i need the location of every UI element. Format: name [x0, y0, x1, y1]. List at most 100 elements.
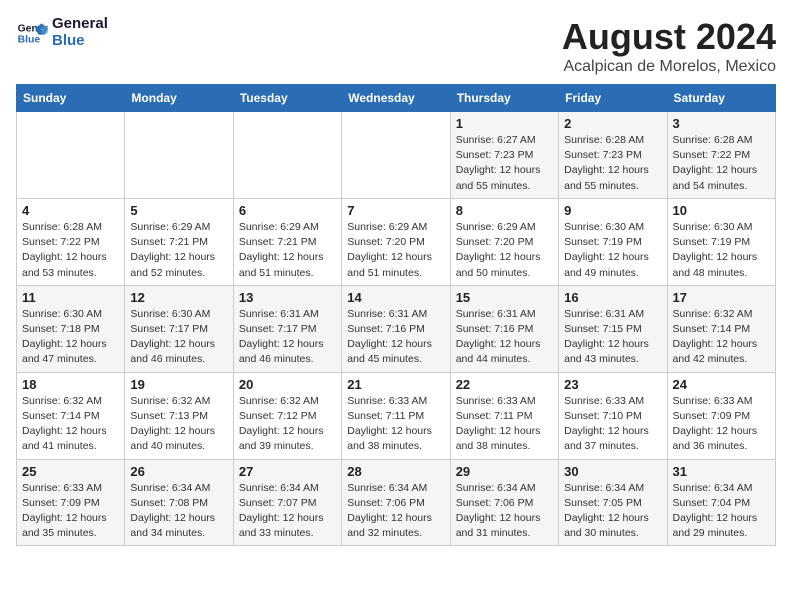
calendar-cell: 24Sunrise: 6:33 AMSunset: 7:09 PMDayligh…	[667, 372, 775, 459]
day-number: 8	[456, 203, 553, 218]
day-number: 26	[130, 464, 227, 479]
week-row-3: 11 Sunrise: 6:30 AMSunset: 7:18 PMDayligh…	[17, 285, 776, 372]
svg-text:Blue: Blue	[18, 34, 41, 45]
calendar-cell: 29Sunrise: 6:34 AMSunset: 7:06 PMDayligh…	[450, 459, 558, 546]
day-info: Sunrise: 6:30 AMSunset: 7:19 PMDaylight:…	[564, 220, 661, 281]
calendar-cell: 15 Sunrise: 6:31 AMSunset: 7:16 PMDayligh…	[450, 285, 558, 372]
day-number: 14	[347, 290, 444, 305]
day-info: Sunrise: 6:34 AMSunset: 7:06 PMDaylight:…	[347, 481, 444, 542]
day-info: Sunrise: 6:33 AMSunset: 7:11 PMDaylight:…	[347, 394, 444, 455]
calendar-cell: 21 Sunrise: 6:33 AMSunset: 7:11 PMDayligh…	[342, 372, 450, 459]
week-row-1: 1 Sunrise: 6:27 AMSunset: 7:23 PMDaylight…	[17, 112, 776, 199]
day-info: Sunrise: 6:33 AMSunset: 7:11 PMDaylight:…	[456, 394, 553, 455]
day-number: 7	[347, 203, 444, 218]
day-info: Sunrise: 6:32 AMSunset: 7:13 PMDaylight:…	[130, 394, 227, 455]
day-number: 20	[239, 377, 336, 392]
page-header: General Blue General Blue August 2024 Ac…	[16, 16, 776, 76]
location-subtitle: Acalpican de Morelos, Mexico	[562, 58, 776, 76]
day-number: 11	[22, 290, 119, 305]
calendar-cell: 7 Sunrise: 6:29 AMSunset: 7:20 PMDaylight…	[342, 198, 450, 285]
day-info: Sunrise: 6:34 AMSunset: 7:04 PMDaylight:…	[673, 481, 770, 542]
day-number: 13	[239, 290, 336, 305]
day-info: Sunrise: 6:31 AMSunset: 7:15 PMDaylight:…	[564, 307, 661, 368]
calendar-cell: 19 Sunrise: 6:32 AMSunset: 7:13 PMDayligh…	[125, 372, 233, 459]
calendar-cell: 22 Sunrise: 6:33 AMSunset: 7:11 PMDayligh…	[450, 372, 558, 459]
calendar-cell	[125, 112, 233, 199]
day-info: Sunrise: 6:34 AMSunset: 7:08 PMDaylight:…	[130, 481, 227, 542]
day-number: 25	[22, 464, 119, 479]
calendar-cell: 10 Sunrise: 6:30 AMSunset: 7:19 PMDayligh…	[667, 198, 775, 285]
day-info: Sunrise: 6:34 AMSunset: 7:06 PMDaylight:…	[456, 481, 553, 542]
calendar-table: SundayMondayTuesdayWednesdayThursdayFrid…	[16, 84, 776, 546]
day-info: Sunrise: 6:29 AMSunset: 7:20 PMDaylight:…	[347, 220, 444, 281]
day-info: Sunrise: 6:33 AMSunset: 7:09 PMDaylight:…	[673, 394, 770, 455]
day-number: 4	[22, 203, 119, 218]
day-number: 31	[673, 464, 770, 479]
month-title: August 2024	[562, 16, 776, 58]
weekday-header-saturday: Saturday	[667, 85, 775, 112]
day-info: Sunrise: 6:31 AMSunset: 7:16 PMDaylight:…	[347, 307, 444, 368]
calendar-cell: 26 Sunrise: 6:34 AMSunset: 7:08 PMDayligh…	[125, 459, 233, 546]
day-number: 19	[130, 377, 227, 392]
day-number: 9	[564, 203, 661, 218]
weekday-header-tuesday: Tuesday	[233, 85, 341, 112]
day-number: 12	[130, 290, 227, 305]
day-number: 21	[347, 377, 444, 392]
title-area: August 2024 Acalpican de Morelos, Mexico	[562, 16, 776, 76]
day-number: 22	[456, 377, 553, 392]
day-info: Sunrise: 6:33 AMSunset: 7:10 PMDaylight:…	[564, 394, 661, 455]
day-number: 6	[239, 203, 336, 218]
calendar-cell: 14 Sunrise: 6:31 AMSunset: 7:16 PMDayligh…	[342, 285, 450, 372]
day-number: 5	[130, 203, 227, 218]
day-number: 17	[673, 290, 770, 305]
day-info: Sunrise: 6:27 AMSunset: 7:23 PMDaylight:…	[456, 133, 553, 194]
logo-line1: General	[52, 16, 108, 33]
calendar-cell: 3Sunrise: 6:28 AMSunset: 7:22 PMDaylight…	[667, 112, 775, 199]
calendar-cell: 2Sunrise: 6:28 AMSunset: 7:23 PMDaylight…	[559, 112, 667, 199]
weekday-header-sunday: Sunday	[17, 85, 125, 112]
calendar-cell	[342, 112, 450, 199]
day-number: 18	[22, 377, 119, 392]
day-info: Sunrise: 6:28 AMSunset: 7:23 PMDaylight:…	[564, 133, 661, 194]
calendar-cell	[233, 112, 341, 199]
day-info: Sunrise: 6:30 AMSunset: 7:17 PMDaylight:…	[130, 307, 227, 368]
day-info: Sunrise: 6:28 AMSunset: 7:22 PMDaylight:…	[673, 133, 770, 194]
calendar-cell: 16Sunrise: 6:31 AMSunset: 7:15 PMDayligh…	[559, 285, 667, 372]
calendar-cell: 30Sunrise: 6:34 AMSunset: 7:05 PMDayligh…	[559, 459, 667, 546]
day-info: Sunrise: 6:32 AMSunset: 7:14 PMDaylight:…	[22, 394, 119, 455]
day-info: Sunrise: 6:30 AMSunset: 7:19 PMDaylight:…	[673, 220, 770, 281]
day-number: 1	[456, 116, 553, 131]
day-info: Sunrise: 6:34 AMSunset: 7:05 PMDaylight:…	[564, 481, 661, 542]
day-info: Sunrise: 6:30 AMSunset: 7:18 PMDaylight:…	[22, 307, 119, 368]
calendar-cell: 31 Sunrise: 6:34 AMSunset: 7:04 PMDayligh…	[667, 459, 775, 546]
day-info: Sunrise: 6:33 AMSunset: 7:09 PMDaylight:…	[22, 481, 119, 542]
calendar-cell	[17, 112, 125, 199]
calendar-cell: 28 Sunrise: 6:34 AMSunset: 7:06 PMDayligh…	[342, 459, 450, 546]
calendar-cell: 5Sunrise: 6:29 AMSunset: 7:21 PMDaylight…	[125, 198, 233, 285]
logo-icon: General Blue	[16, 17, 48, 49]
weekday-header-friday: Friday	[559, 85, 667, 112]
week-row-5: 25 Sunrise: 6:33 AMSunset: 7:09 PMDayligh…	[17, 459, 776, 546]
day-info: Sunrise: 6:29 AMSunset: 7:20 PMDaylight:…	[456, 220, 553, 281]
day-info: Sunrise: 6:34 AMSunset: 7:07 PMDaylight:…	[239, 481, 336, 542]
calendar-cell: 27Sunrise: 6:34 AMSunset: 7:07 PMDayligh…	[233, 459, 341, 546]
logo: General Blue General Blue	[16, 16, 108, 49]
weekday-header-row: SundayMondayTuesdayWednesdayThursdayFrid…	[17, 85, 776, 112]
calendar-cell: 9 Sunrise: 6:30 AMSunset: 7:19 PMDaylight…	[559, 198, 667, 285]
calendar-cell: 1 Sunrise: 6:27 AMSunset: 7:23 PMDaylight…	[450, 112, 558, 199]
day-info: Sunrise: 6:31 AMSunset: 7:16 PMDaylight:…	[456, 307, 553, 368]
calendar-cell: 17Sunrise: 6:32 AMSunset: 7:14 PMDayligh…	[667, 285, 775, 372]
calendar-cell: 4 Sunrise: 6:28 AMSunset: 7:22 PMDaylight…	[17, 198, 125, 285]
day-number: 15	[456, 290, 553, 305]
calendar-cell: 11 Sunrise: 6:30 AMSunset: 7:18 PMDayligh…	[17, 285, 125, 372]
weekday-header-wednesday: Wednesday	[342, 85, 450, 112]
weekday-header-monday: Monday	[125, 85, 233, 112]
day-info: Sunrise: 6:31 AMSunset: 7:17 PMDaylight:…	[239, 307, 336, 368]
day-info: Sunrise: 6:28 AMSunset: 7:22 PMDaylight:…	[22, 220, 119, 281]
week-row-2: 4 Sunrise: 6:28 AMSunset: 7:22 PMDaylight…	[17, 198, 776, 285]
weekday-header-thursday: Thursday	[450, 85, 558, 112]
day-number: 28	[347, 464, 444, 479]
calendar-cell: 20Sunrise: 6:32 AMSunset: 7:12 PMDayligh…	[233, 372, 341, 459]
day-number: 10	[673, 203, 770, 218]
day-info: Sunrise: 6:29 AMSunset: 7:21 PMDaylight:…	[239, 220, 336, 281]
